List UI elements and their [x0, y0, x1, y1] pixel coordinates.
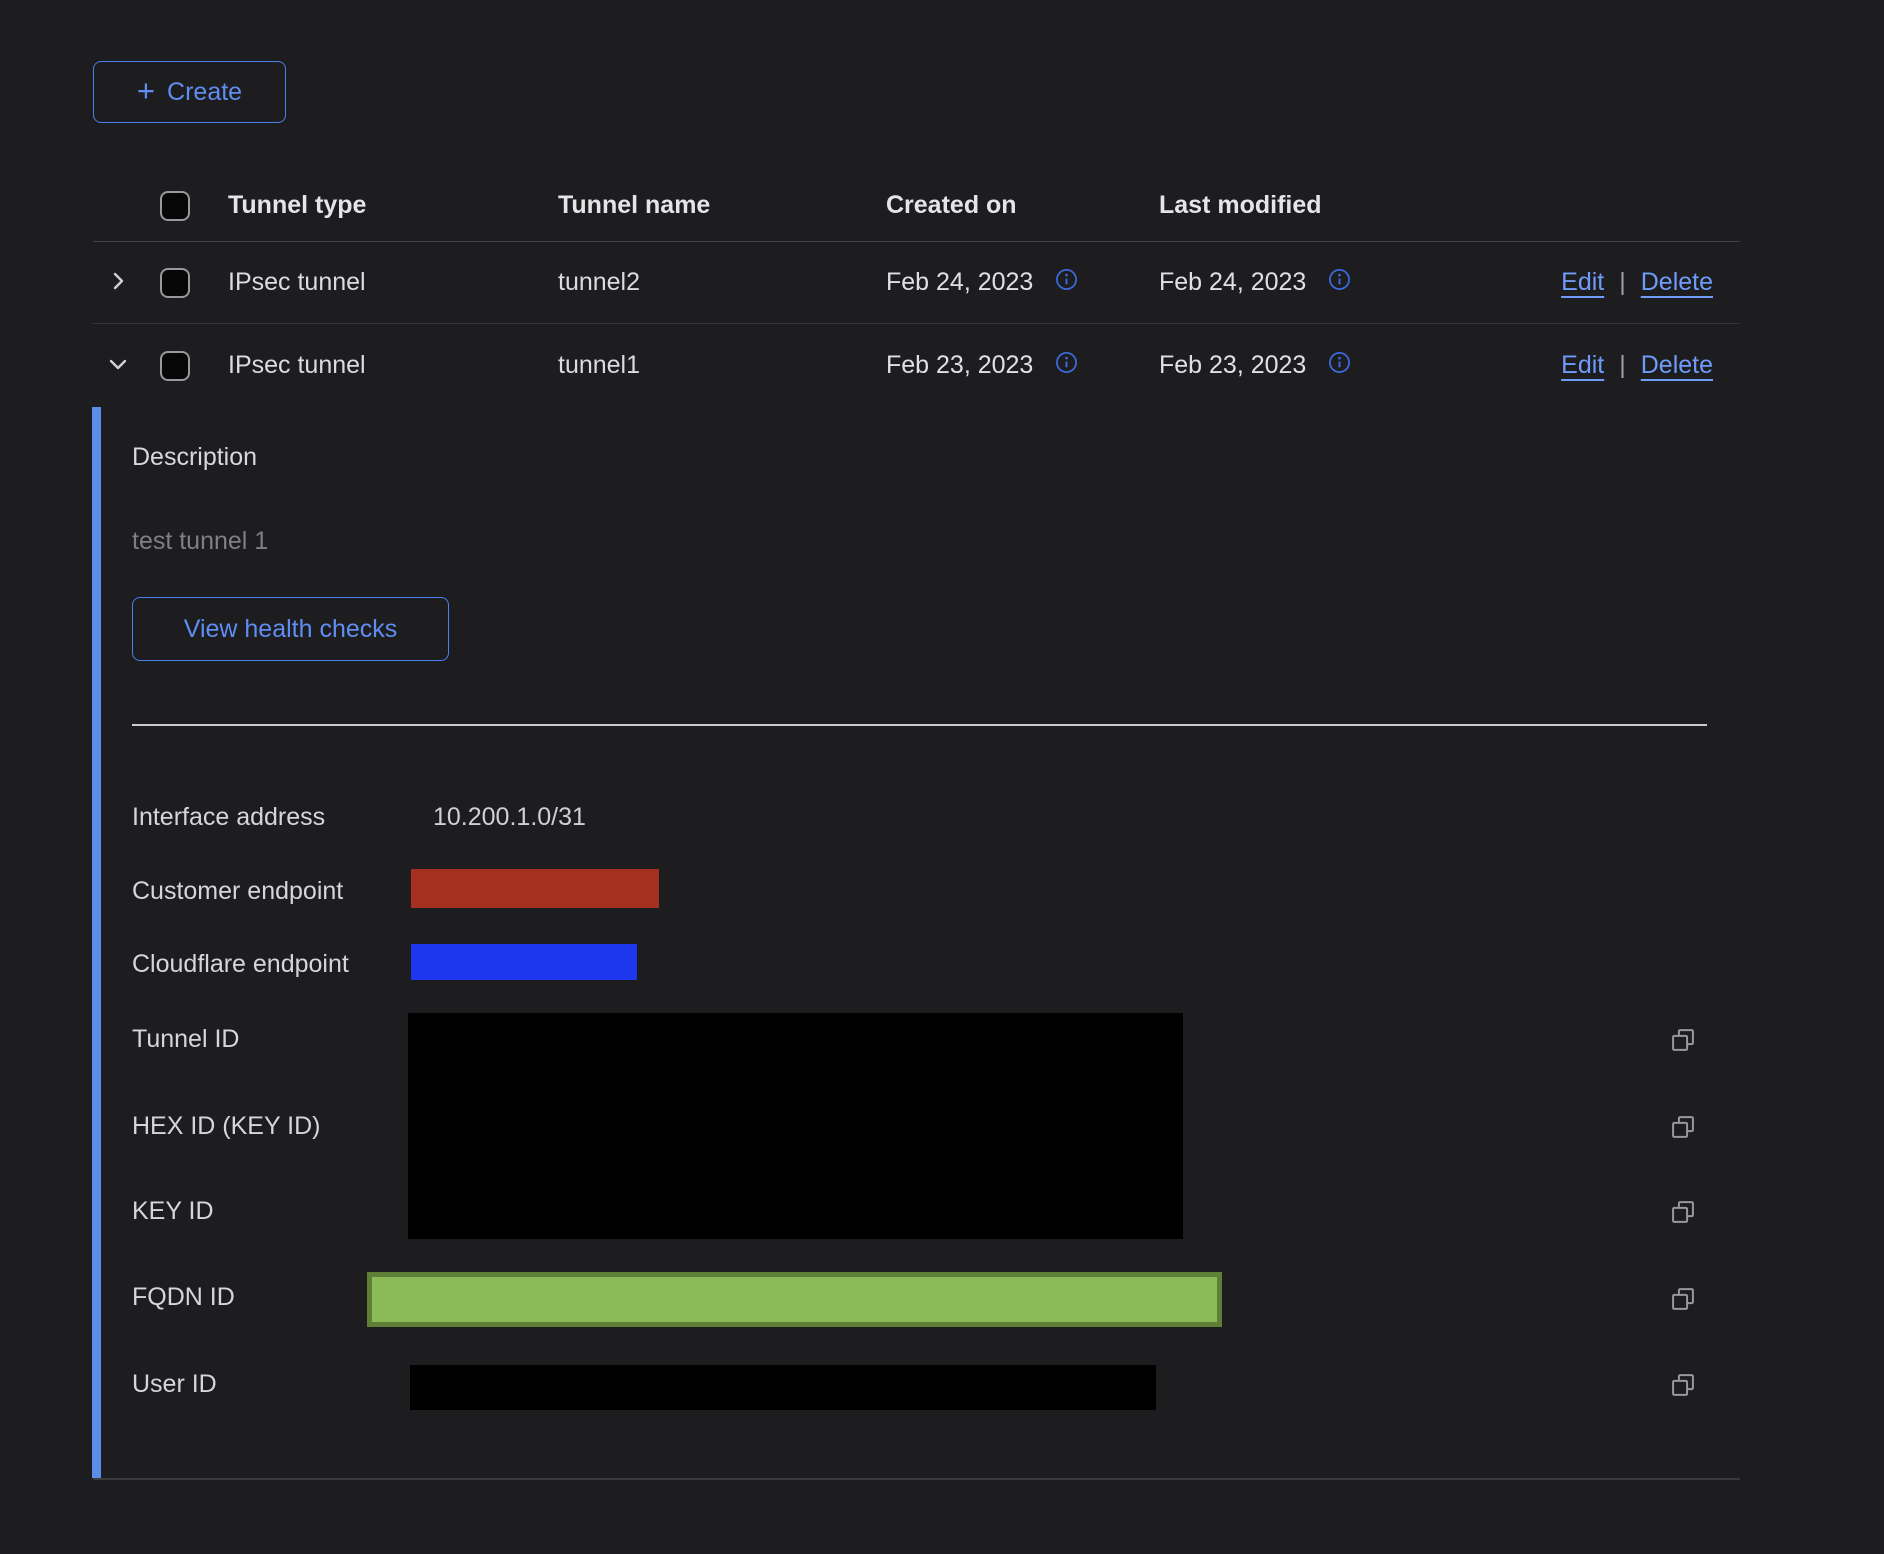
copy-icon — [1669, 1042, 1697, 1057]
fqdn-id-label: FQDN ID — [132, 1283, 235, 1312]
tunnel-name-value: tunnel1 — [558, 351, 886, 380]
last-modified-cell: Feb 24, 2023 — [1159, 268, 1460, 298]
row-checkbox[interactable] — [160, 351, 190, 381]
info-icon[interactable] — [1055, 351, 1078, 381]
delete-link[interactable]: Delete — [1641, 268, 1713, 297]
table-row-tunnel1: IPsec tunnel tunnel1 Feb 23, 2023 Feb 23… — [93, 324, 1740, 407]
row-checkbox-cell — [160, 268, 228, 298]
cloudflare-endpoint-redacted-value — [411, 944, 637, 980]
expand-cell — [93, 352, 160, 379]
interface-address-value: 10.200.1.0/31 — [433, 803, 586, 832]
plus-icon: + — [137, 75, 155, 106]
created-on-cell: Feb 24, 2023 — [886, 268, 1159, 298]
action-separator: | — [1619, 351, 1626, 380]
expanded-row-accent-bar — [92, 407, 101, 1478]
table-row-tunnel2: IPsec tunnel tunnel2 Feb 24, 2023 Feb 24… — [93, 242, 1740, 324]
row-checkbox-cell — [160, 351, 228, 381]
info-icon[interactable] — [1328, 351, 1351, 381]
description-label: Description — [132, 443, 257, 472]
tunnel-type-value: IPsec tunnel — [228, 351, 558, 380]
copy-fqdn-id-button[interactable] — [1668, 1285, 1698, 1315]
table-header-row: Tunnel type Tunnel name Created on Last … — [93, 170, 1740, 242]
delete-link[interactable]: Delete — [1641, 351, 1713, 380]
created-on-cell: Feb 23, 2023 — [886, 351, 1159, 381]
last-modified-value: Feb 24, 2023 — [1159, 268, 1306, 297]
row-checkbox[interactable] — [160, 268, 190, 298]
copy-icon — [1669, 1129, 1697, 1144]
action-separator: | — [1619, 268, 1626, 297]
copy-hex-id-button[interactable] — [1668, 1113, 1698, 1143]
customer-endpoint-redacted-value — [411, 869, 659, 908]
create-button-label: Create — [167, 78, 242, 107]
last-modified-cell: Feb 23, 2023 — [1159, 351, 1460, 381]
copy-icon — [1669, 1301, 1697, 1316]
key-id-label: KEY ID — [132, 1197, 214, 1226]
description-value: test tunnel 1 — [132, 527, 268, 556]
column-header-tunnel-name: Tunnel name — [558, 191, 886, 220]
edit-link[interactable]: Edit — [1561, 351, 1604, 380]
chevron-down-icon — [106, 352, 130, 379]
collapse-row-button[interactable] — [106, 352, 130, 379]
column-header-tunnel-type: Tunnel type — [228, 191, 558, 220]
created-on-value: Feb 24, 2023 — [886, 268, 1033, 297]
info-icon[interactable] — [1328, 268, 1351, 298]
create-button[interactable]: + Create — [93, 61, 286, 123]
created-on-value: Feb 23, 2023 — [886, 351, 1033, 380]
row-actions-cell: Edit | Delete — [1460, 268, 1740, 297]
hex-id-label: HEX ID (KEY ID) — [132, 1112, 320, 1141]
copy-tunnel-id-button[interactable] — [1668, 1026, 1698, 1056]
detail-divider — [132, 724, 1707, 726]
select-all-cell — [160, 191, 228, 221]
copy-icon — [1669, 1387, 1697, 1402]
column-header-created-on: Created on — [886, 191, 1159, 220]
customer-endpoint-label: Customer endpoint — [132, 877, 343, 906]
row-actions-cell: Edit | Delete — [1460, 351, 1740, 380]
copy-icon — [1669, 1214, 1697, 1229]
edit-link[interactable]: Edit — [1561, 268, 1604, 297]
copy-user-id-button[interactable] — [1668, 1371, 1698, 1401]
tunnel-name-value: tunnel2 — [558, 268, 886, 297]
tunnels-page: + Create Tunnel type Tunnel name Created… — [0, 0, 1884, 1554]
user-id-label: User ID — [132, 1370, 217, 1399]
tunnel-type-value: IPsec tunnel — [228, 268, 558, 297]
column-header-last-modified: Last modified — [1159, 191, 1460, 220]
cloudflare-endpoint-label: Cloudflare endpoint — [132, 950, 349, 979]
expand-cell — [93, 269, 160, 296]
interface-address-label: Interface address — [132, 803, 325, 832]
table-bottom-divider — [93, 1478, 1740, 1480]
tunnel-id-label: Tunnel ID — [132, 1025, 239, 1054]
select-all-checkbox[interactable] — [160, 191, 190, 221]
info-icon[interactable] — [1055, 268, 1078, 298]
last-modified-value: Feb 23, 2023 — [1159, 351, 1306, 380]
fqdn-id-redacted-value — [367, 1272, 1222, 1327]
copy-key-id-button[interactable] — [1668, 1198, 1698, 1228]
view-health-checks-button[interactable]: View health checks — [132, 597, 449, 661]
chevron-right-icon — [106, 269, 130, 296]
expand-row-button[interactable] — [106, 269, 130, 296]
user-id-redacted-value — [410, 1365, 1156, 1410]
ids-redacted-value-block — [408, 1013, 1183, 1239]
